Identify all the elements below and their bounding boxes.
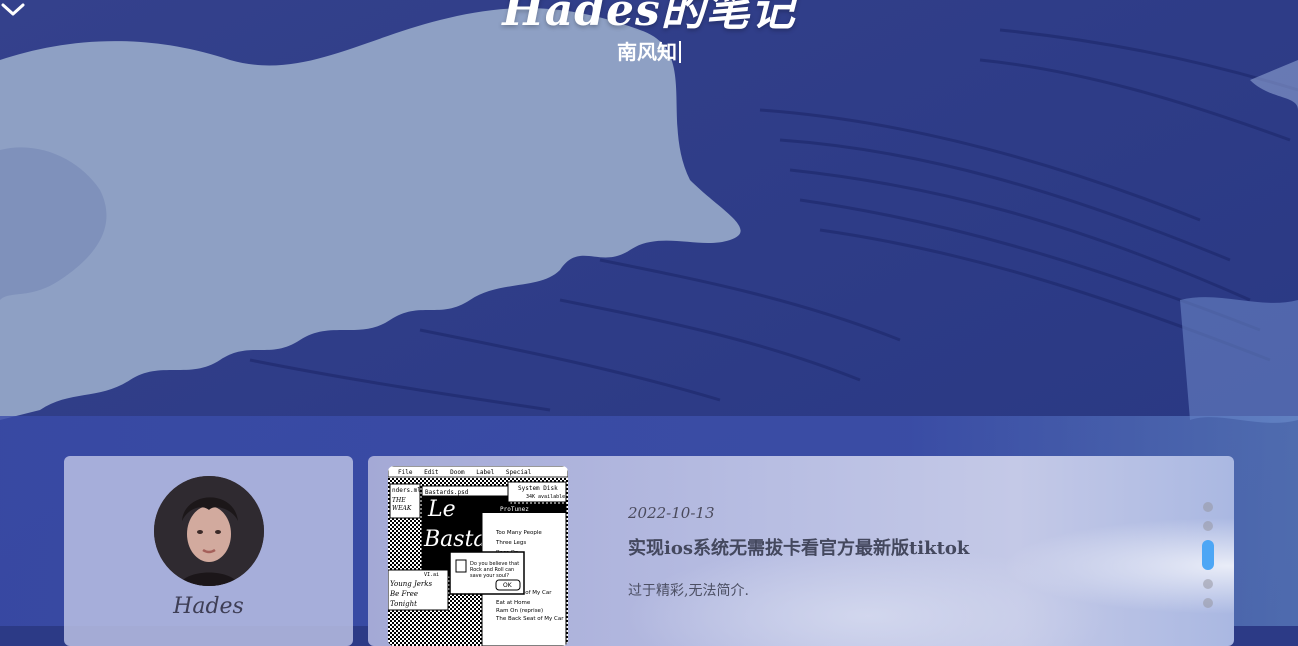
svg-text:Be Free: Be Free [389,590,418,598]
svg-text:Young Jerks: Young Jerks [390,580,432,588]
pager-dot-5[interactable] [1203,598,1213,608]
svg-text:Le: Le [427,497,456,522]
author-name[interactable]: Hades [64,594,353,619]
svg-text:The Back Seat of My Car: The Back Seat of My Car [495,616,564,622]
pager-dot-4[interactable] [1203,579,1213,589]
pager-dot-3-active[interactable] [1202,540,1214,570]
post-date: 2022-10-13 [628,504,715,522]
svg-text:WEAK: WEAK [392,505,412,512]
svg-text:Too Many People: Too Many People [495,530,542,536]
svg-text:ProTunez: ProTunez [500,506,529,513]
carousel-pager [1202,502,1214,617]
svg-text:Three Legs: Three Legs [495,540,526,546]
svg-text:OK: OK [503,582,513,589]
svg-text:VI.ai: VI.ai [424,572,439,578]
chevron-down-icon[interactable] [0,0,26,18]
pager-dot-2[interactable] [1203,521,1213,531]
site-subtitle: 南风知 [0,36,1298,65]
svg-text:System Disk: System Disk [518,485,558,492]
post-title-link[interactable]: 实现ios系统无需拔卡看官方最新版tiktok [628,534,969,560]
avatar[interactable] [154,476,264,586]
avatar-portrait [154,476,264,586]
post-excerpt: 过于精彩,无法简介. [628,583,749,599]
post-thumbnail[interactable]: File Edit Doom Label Special nders.ml TH… [388,466,568,646]
svg-text:34K available: 34K available [526,494,565,500]
svg-text:Tonight: Tonight [390,600,417,608]
pager-dot-1[interactable] [1203,502,1213,512]
typing-caret [679,41,681,63]
svg-text:save your soul?: save your soul? [470,573,509,579]
site-title: Hades的笔记 [502,0,796,36]
subtitle-text: 南风知 [617,40,677,64]
post-card[interactable]: File Edit Doom Label Special nders.ml TH… [368,456,1234,646]
svg-text:THE: THE [392,497,406,504]
retro-mac-collage-image: File Edit Doom Label Special nders.ml TH… [388,466,568,646]
svg-text:nders.ml: nders.ml [392,487,421,494]
author-profile-card: Hades [64,456,353,646]
svg-text:Eat at Home: Eat at Home [496,600,531,606]
svg-text:Ram On (reprise): Ram On (reprise) [496,608,543,614]
svg-text:Bastards.psd: Bastards.psd [425,489,469,496]
